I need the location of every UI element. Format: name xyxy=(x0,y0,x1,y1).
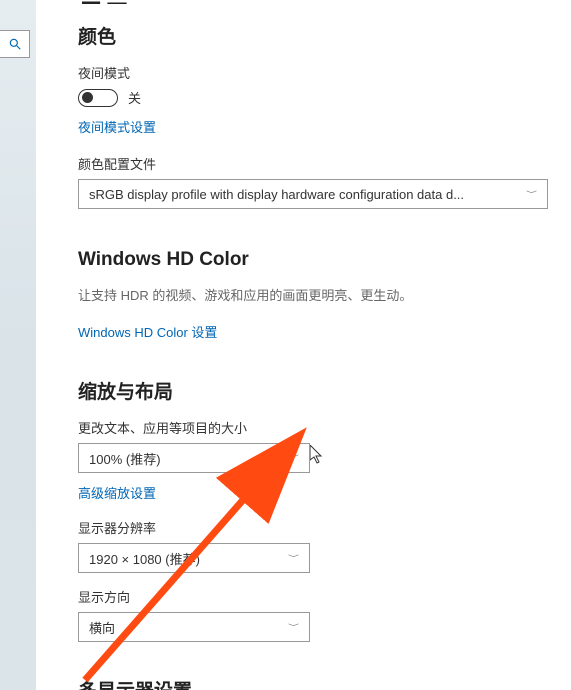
orientation-value: 横向 xyxy=(89,618,115,637)
text-size-value: 100% (推荐) xyxy=(89,449,161,468)
color-profile-label: 颜色配置文件 xyxy=(78,154,558,173)
color-profile-dropdown[interactable]: sRGB display profile with display hardwa… xyxy=(78,179,548,209)
chevron-down-icon: ﹀ xyxy=(288,622,299,632)
text-size-dropdown[interactable]: 100% (推荐) ﹀ xyxy=(78,443,310,473)
section-hdr-title: Windows HD Color xyxy=(78,249,558,271)
resolution-dropdown[interactable]: 1920 × 1080 (推荐) ﹀ xyxy=(78,543,310,573)
section-colors-title: 颜色 xyxy=(78,22,558,49)
section-scale-title: 缩放与布局 xyxy=(78,377,558,404)
hdr-settings-link[interactable]: Windows HD Color 设置 xyxy=(78,322,217,341)
color-profile-value: sRGB display profile with display hardwa… xyxy=(89,187,464,202)
section-multi-title: 多显示器设置 xyxy=(78,676,558,690)
chevron-down-icon: ﹀ xyxy=(526,189,537,199)
text-size-label: 更改文本、应用等项目的大小 xyxy=(78,418,558,437)
night-mode-settings-link[interactable]: 夜间模式设置 xyxy=(78,117,156,136)
orientation-label: 显示方向 xyxy=(78,587,558,606)
page-title: 显示 xyxy=(78,0,558,4)
night-mode-toggle[interactable] xyxy=(78,89,118,107)
left-blur-strip xyxy=(0,0,36,690)
chevron-down-icon: ﹀ xyxy=(288,553,299,563)
orientation-dropdown[interactable]: 横向 ﹀ xyxy=(78,612,310,642)
hdr-description: 让支持 HDR 的视频、游戏和应用的画面更明亮、更生动。 xyxy=(78,285,558,304)
chevron-down-icon: ﹀ xyxy=(288,453,299,463)
search-icon xyxy=(8,37,22,51)
search-input[interactable] xyxy=(0,30,30,58)
night-mode-label: 夜间模式 xyxy=(78,63,558,82)
resolution-value: 1920 × 1080 (推荐) xyxy=(89,549,200,568)
toggle-knob xyxy=(82,92,93,103)
settings-content: 显示 颜色 夜间模式 关 夜间模式设置 颜色配置文件 sRGB display … xyxy=(78,0,558,690)
advanced-scaling-link[interactable]: 高级缩放设置 xyxy=(78,483,156,502)
resolution-label: 显示器分辨率 xyxy=(78,518,558,537)
night-mode-state: 关 xyxy=(128,88,141,107)
